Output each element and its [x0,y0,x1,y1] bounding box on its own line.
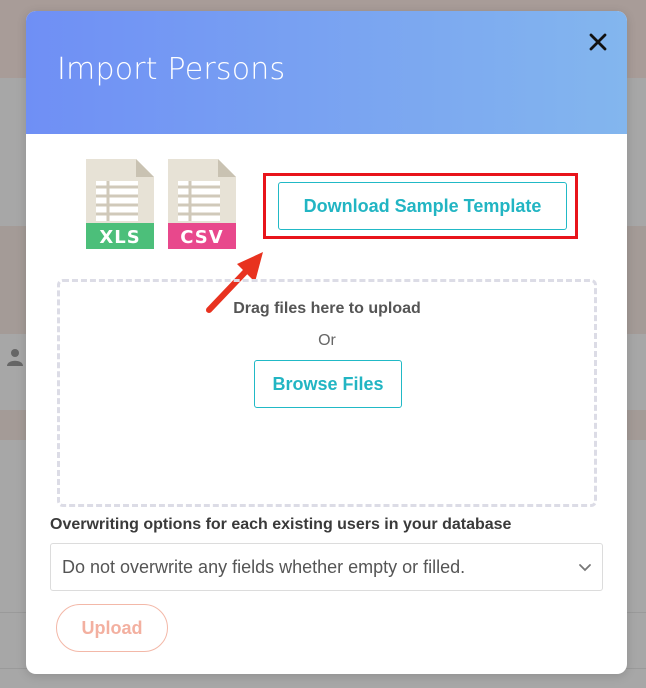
overwrite-options-select[interactable]: Do not overwrite any fields whether empt… [50,543,603,591]
csv-label: CSV [180,227,223,248]
overwrite-selected-value: Do not overwrite any fields whether empt… [62,557,466,577]
dropzone-instructions: Drag files here to upload [233,300,421,317]
csv-file-icon: CSV [168,159,236,249]
dropzone-or-text: Or [318,332,336,349]
browse-files-button[interactable]: Browse Files [254,360,402,408]
person-icon [7,349,23,366]
chevron-down-icon [579,564,591,572]
modal-header: Import Persons [26,11,627,134]
close-icon[interactable] [586,30,610,54]
file-dropzone[interactable]: Drag files here to upload Or Browse File… [57,279,597,507]
xls-file-icon: XLS [86,159,154,249]
modal-title: Import Persons [57,52,286,87]
overwrite-options-label: Overwriting options for each existing us… [50,516,512,533]
upload-button[interactable]: Upload [56,604,168,652]
download-sample-template-button[interactable]: Download Sample Template [278,182,567,230]
xls-label: XLS [99,227,140,248]
import-persons-modal: Import Persons XLS CSV Download Sample T… [26,11,627,674]
